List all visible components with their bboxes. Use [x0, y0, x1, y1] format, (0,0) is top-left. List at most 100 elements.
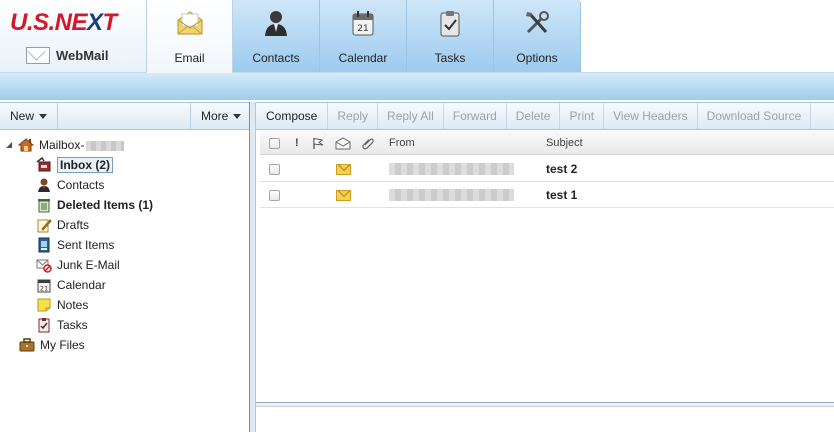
- delete-button[interactable]: Delete: [507, 103, 561, 129]
- compose-button[interactable]: Compose: [256, 103, 329, 129]
- tree-my-files-label: My Files: [40, 338, 85, 352]
- main-tabs: Email Contacts 21 Calendar Tasks Options: [147, 0, 581, 73]
- envelope-glyph: [336, 189, 351, 201]
- brand-logo-x: X: [87, 9, 103, 36]
- tab-email[interactable]: Email: [147, 0, 233, 73]
- chevron-down-icon: [233, 113, 242, 119]
- checkbox-box: [269, 137, 280, 149]
- more-button[interactable]: More: [190, 103, 250, 129]
- tab-calendar[interactable]: 21 Calendar: [320, 0, 407, 72]
- house-icon: [18, 137, 34, 153]
- tab-email-label: Email: [174, 51, 205, 65]
- note-icon: [36, 297, 52, 313]
- collapse-triangle-icon[interactable]: ◢: [6, 141, 14, 149]
- message-row[interactable]: test 2: [260, 156, 834, 182]
- reply-button[interactable]: Reply: [328, 103, 379, 129]
- message-from: [389, 156, 514, 182]
- tree-my-files[interactable]: My Files: [19, 335, 85, 355]
- tree-item-sent[interactable]: Sent Items: [36, 235, 114, 255]
- new-button[interactable]: New: [0, 103, 58, 129]
- inbox-icon: [36, 157, 52, 173]
- message-subject: test 2: [546, 162, 578, 176]
- message-subject: test 1: [546, 188, 578, 202]
- tree-mailbox-text: Mailbox-: [39, 138, 85, 152]
- tree-item-drafts-label: Drafts: [57, 218, 90, 232]
- svg-text:21: 21: [40, 285, 48, 293]
- tree-item-drafts[interactable]: Drafts: [36, 215, 89, 235]
- tab-options-label: Options: [516, 51, 558, 65]
- brand-product-name: WebMail: [56, 47, 109, 63]
- subject-column-header[interactable]: Subject: [546, 131, 583, 155]
- person-icon: [261, 8, 291, 38]
- tab-options[interactable]: Options: [494, 0, 581, 72]
- message-checkbox[interactable]: [269, 182, 280, 208]
- select-all-checkbox[interactable]: [269, 131, 280, 155]
- tab-tasks[interactable]: Tasks: [407, 0, 494, 72]
- tree-item-deleted-label: Deleted Items (1): [57, 198, 154, 212]
- brand-area: U.S.NEXT WebMail: [0, 0, 147, 72]
- drafts-icon: [36, 217, 52, 233]
- tree-item-junk-label: Junk E-Mail: [57, 258, 120, 272]
- tab-calendar-label: Calendar: [338, 51, 388, 65]
- tab-contacts-label: Contacts: [252, 51, 300, 65]
- sent-icon: [36, 237, 52, 253]
- redacted-mailbox-name: [86, 140, 125, 151]
- briefcase-icon: [19, 337, 35, 353]
- brand-logo-text: U.S.NE: [10, 9, 88, 36]
- tab-tasks-label: Tasks: [434, 51, 466, 65]
- tools-icon: [522, 8, 552, 38]
- unread-envelope-icon: [336, 156, 351, 182]
- tree-item-calendar[interactable]: 21 Calendar: [36, 275, 106, 295]
- tree-item-sent-label: Sent Items: [57, 238, 115, 252]
- tree-item-notes-label: Notes: [57, 298, 89, 312]
- tree-item-junk[interactable]: Junk E-Mail: [36, 255, 120, 275]
- tab-contacts[interactable]: Contacts: [233, 0, 320, 72]
- chevron-down-icon: [39, 113, 48, 119]
- flag-icon[interactable]: [312, 131, 325, 155]
- folder-toolbar: New More: [0, 102, 250, 130]
- tree-item-inbox-label: Inbox (2): [57, 157, 113, 173]
- header-band: [0, 72, 834, 100]
- brand-webmail: WebMail: [26, 45, 109, 65]
- tree-item-tasks[interactable]: Tasks: [36, 315, 88, 335]
- message-row[interactable]: test 1: [260, 182, 834, 208]
- forward-button[interactable]: Forward: [444, 103, 507, 129]
- reply-all-button[interactable]: Reply All: [378, 103, 444, 129]
- tree-item-notes[interactable]: Notes: [36, 295, 88, 315]
- new-button-label: New: [10, 109, 35, 123]
- more-button-label: More: [201, 109, 229, 123]
- tree-item-tasks-label: Tasks: [57, 318, 88, 332]
- view-headers-button[interactable]: View Headers: [604, 103, 698, 129]
- tree-item-contacts-label: Contacts: [57, 178, 105, 192]
- checkbox-box: [269, 163, 280, 175]
- tree-mailbox-root[interactable]: ◢ Mailbox-: [6, 135, 125, 155]
- read-status-envelope-icon[interactable]: [335, 131, 351, 155]
- importance-column-header[interactable]: !: [295, 131, 299, 155]
- calendar-small-icon: 21: [36, 277, 52, 293]
- attachment-paperclip-icon[interactable]: [361, 131, 374, 155]
- clipboard-icon: [435, 8, 465, 38]
- download-source-button[interactable]: Download Source: [698, 103, 812, 129]
- unread-envelope-icon: [336, 182, 351, 208]
- redacted-sender: [389, 163, 514, 175]
- app-header: U.S.NEXT WebMail Email Contacts 21 Calen…: [0, 0, 834, 100]
- reading-pane-divider[interactable]: [256, 402, 834, 407]
- tree-mailbox-label: Mailbox-: [39, 138, 125, 152]
- junk-icon: [36, 257, 52, 273]
- from-column-header[interactable]: From: [389, 131, 415, 155]
- message-checkbox[interactable]: [269, 156, 280, 182]
- tree-item-deleted[interactable]: Deleted Items (1): [36, 195, 153, 215]
- checkbox-box: [269, 189, 280, 201]
- pane-splitter[interactable]: [249, 102, 256, 432]
- tasks-icon: [36, 317, 52, 333]
- calendar-icon: 21: [348, 8, 378, 38]
- envelope-glyph: [336, 163, 351, 175]
- brand-logo-tail: T: [102, 9, 118, 36]
- tree-item-inbox[interactable]: Inbox (2): [36, 155, 113, 175]
- tree-item-contacts[interactable]: Contacts: [36, 175, 104, 195]
- print-button[interactable]: Print: [560, 103, 605, 129]
- envelope-icon: [175, 8, 205, 38]
- svg-text:21: 21: [357, 24, 368, 34]
- message-toolbar: Compose Reply Reply All Forward Delete P…: [256, 102, 834, 130]
- tree-item-calendar-label: Calendar: [57, 278, 106, 292]
